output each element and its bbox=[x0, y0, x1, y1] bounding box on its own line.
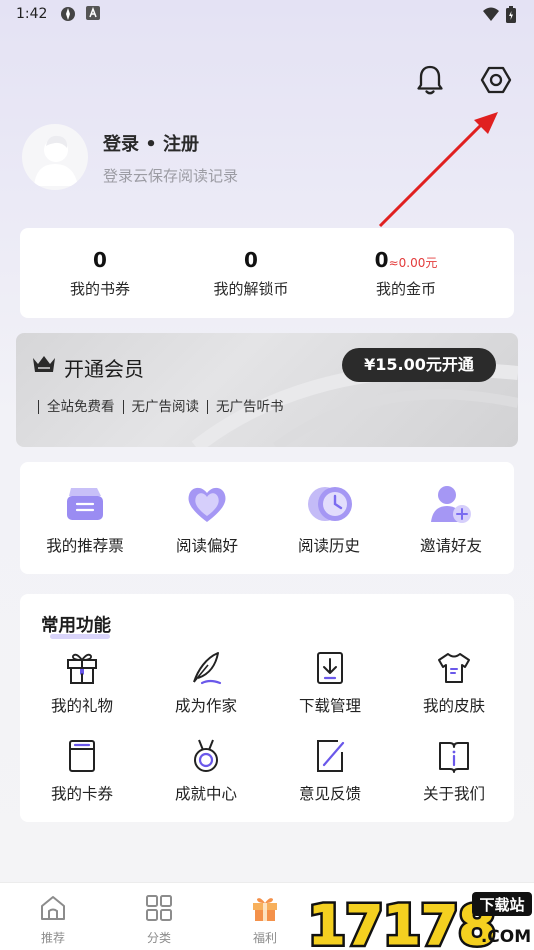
notification-a-icon bbox=[86, 6, 100, 20]
nav-welfare[interactable]: 福利 bbox=[212, 883, 318, 950]
tool-label: 意见反馈 bbox=[298, 785, 361, 803]
gift-icon bbox=[67, 653, 97, 684]
nav-label: 福利 bbox=[252, 931, 277, 945]
vip-banner[interactable]: 开通会员 ¥15.00元开通 全站免费看 无广告阅读 无广告听书 bbox=[16, 333, 518, 447]
tool-label: 成为作家 bbox=[174, 697, 237, 715]
battery-icon bbox=[506, 6, 516, 23]
tshirt-icon bbox=[438, 653, 470, 683]
home-icon bbox=[41, 896, 65, 920]
asset-value: 0≈0.00元 bbox=[326, 248, 486, 272]
medal-icon bbox=[194, 739, 218, 772]
asset-gold-coin[interactable]: 0≈0.00元 我的金币 bbox=[326, 228, 486, 318]
notification-bell-icon[interactable] bbox=[412, 62, 448, 98]
svg-text:下载站: 下载站 bbox=[479, 896, 524, 914]
invite-friend-icon bbox=[431, 486, 471, 523]
crown-icon bbox=[33, 356, 55, 372]
tool-label: 成就中心 bbox=[174, 785, 237, 803]
quick-invite-friends[interactable]: 邀请好友 bbox=[389, 462, 513, 574]
asset-label: 我的金币 bbox=[375, 280, 436, 298]
tool-label: 关于我们 bbox=[422, 785, 485, 803]
tool-my-skin[interactable]: 我的皮肤 bbox=[392, 650, 516, 730]
tool-label: 我的皮肤 bbox=[422, 697, 485, 715]
tool-label: 下载管理 bbox=[298, 697, 361, 715]
assets-card: 0 我的书券 0 我的解锁币 0≈0.00元 我的金币 bbox=[20, 228, 514, 318]
feedback-icon bbox=[317, 740, 345, 772]
default-avatar-icon bbox=[34, 135, 78, 186]
vip-benefit: 无广告听书 bbox=[207, 400, 292, 414]
common-tools-card: 常用功能 我的礼物 成为作家 下载管理 我的皮肤 我的卡券 成就中心 意见反馈 … bbox=[20, 594, 514, 822]
tool-download-manager[interactable]: 下载管理 bbox=[268, 650, 392, 730]
asset-value: 0 bbox=[244, 248, 258, 272]
quick-reading-preference[interactable]: 阅读偏好 bbox=[145, 462, 269, 574]
17178-watermark-logo: 17178 17178 下载站 .COM bbox=[306, 891, 532, 950]
tool-label: 我的礼物 bbox=[50, 697, 113, 715]
login-register-link[interactable]: 登录 • 注册 bbox=[103, 130, 199, 156]
avatar[interactable] bbox=[22, 124, 88, 190]
clock-icon bbox=[308, 487, 352, 521]
nav-recommend[interactable]: 推荐 bbox=[0, 883, 106, 950]
asset-book-coupon[interactable]: 0 我的书券 bbox=[20, 228, 180, 318]
quill-icon bbox=[193, 652, 222, 685]
tool-become-author[interactable]: 成为作家 bbox=[144, 650, 268, 730]
tool-feedback[interactable]: 意见反馈 bbox=[268, 738, 392, 818]
tool-label: 我的卡券 bbox=[50, 785, 113, 803]
status-time: 1:42 bbox=[16, 6, 48, 22]
settings-icon[interactable] bbox=[478, 62, 514, 98]
vip-title: 开通会员 bbox=[64, 357, 144, 381]
quick-recommend-ticket[interactable]: 我的推荐票 bbox=[23, 462, 147, 574]
asset-unlock-coin[interactable]: 0 我的解锁币 bbox=[171, 228, 331, 318]
heart-icon bbox=[188, 487, 226, 522]
tool-achievement-center[interactable]: 成就中心 bbox=[144, 738, 268, 818]
vip-open-button[interactable]: ¥15.00元开通 bbox=[342, 348, 496, 382]
gold-coin-cash-value: ≈0.00元 bbox=[388, 256, 438, 270]
quick-action-label: 阅读历史 bbox=[297, 537, 360, 555]
vip-benefit: 无广告阅读 bbox=[122, 400, 208, 414]
tool-my-gift[interactable]: 我的礼物 bbox=[20, 650, 144, 730]
vip-benefit: 全站免费看 bbox=[38, 400, 123, 414]
gift-icon bbox=[253, 898, 277, 921]
login-subtitle: 登录云保存阅读记录 bbox=[103, 167, 239, 185]
nav-label: 分类 bbox=[146, 931, 171, 945]
quick-reading-history[interactable]: 阅读历史 bbox=[267, 462, 391, 574]
status-bar: 1:42 bbox=[0, 0, 534, 30]
asset-value: 0 bbox=[93, 248, 107, 272]
nav-label: 推荐 bbox=[40, 931, 65, 945]
tools-title: 常用功能 bbox=[41, 616, 111, 636]
profile-section[interactable]: 登录 • 注册 登录云保存阅读记录 bbox=[22, 124, 422, 190]
info-book-icon bbox=[439, 742, 469, 773]
tool-about-us[interactable]: 关于我们 bbox=[392, 738, 516, 818]
svg-text:.COM: .COM bbox=[481, 927, 531, 947]
quick-action-label: 邀请好友 bbox=[419, 537, 482, 555]
wifi-icon bbox=[483, 7, 499, 21]
quick-actions-card: 我的推荐票 阅读偏好 阅读历史 邀请好友 bbox=[20, 462, 514, 574]
grid-icon bbox=[146, 895, 172, 921]
card-icon bbox=[69, 740, 95, 772]
quick-action-label: 阅读偏好 bbox=[175, 537, 238, 555]
nav-category[interactable]: 分类 bbox=[106, 883, 212, 950]
ticket-icon bbox=[67, 488, 103, 520]
tool-my-cards[interactable]: 我的卡券 bbox=[20, 738, 144, 818]
app-status-icon bbox=[61, 7, 75, 21]
asset-label: 我的解锁币 bbox=[213, 280, 289, 298]
asset-label: 我的书券 bbox=[69, 280, 130, 298]
gold-coin-count: 0 bbox=[374, 248, 389, 272]
download-icon bbox=[317, 652, 343, 684]
quick-action-label: 我的推荐票 bbox=[46, 537, 124, 555]
vip-benefits: 全站免费看 无广告阅读 无广告听书 bbox=[38, 400, 292, 414]
svg-text:17178: 17178 bbox=[308, 894, 496, 950]
